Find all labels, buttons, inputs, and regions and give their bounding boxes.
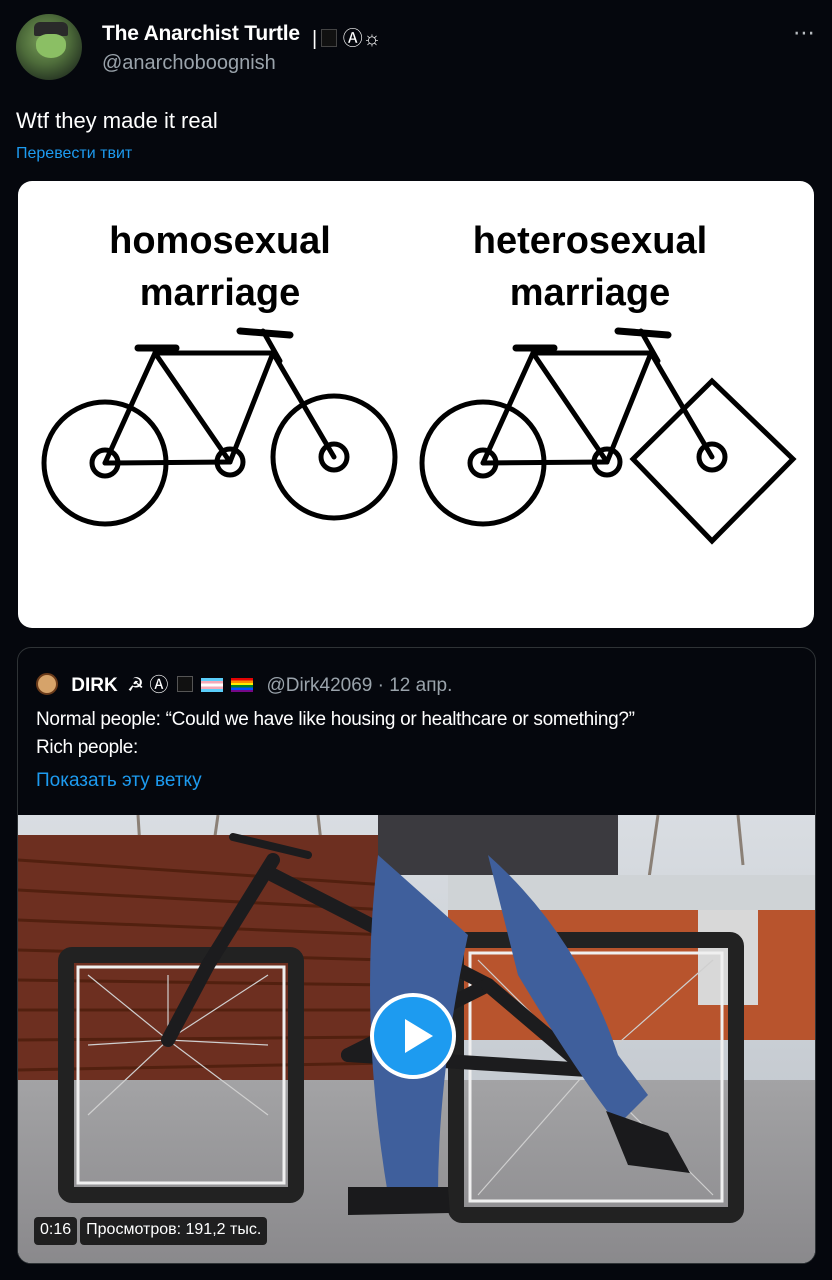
- video-play-button[interactable]: [370, 993, 456, 1079]
- video-player[interactable]: 0:16 Просмотров: 191,2 тыс.: [18, 815, 815, 1263]
- video-views: Просмотров: 191,2 тыс.: [80, 1217, 268, 1245]
- hammer-sickle-anarchy-icon: ☭ Ⓐ: [127, 675, 169, 696]
- video-duration: 0:16: [34, 1217, 78, 1245]
- author-avatar[interactable]: [16, 14, 82, 80]
- anarchy-sun-icon: Ⓐ☼: [342, 28, 382, 50]
- quoted-author-badges: ☭ Ⓐ: [127, 675, 258, 696]
- left-bicycle: [41, 327, 398, 527]
- avatar-face: [36, 34, 66, 58]
- trans-flag-icon: [200, 678, 223, 692]
- video-meta: 0:16 Просмотров: 191,2 тыс.: [34, 1217, 268, 1245]
- quoted-author-name[interactable]: DIRK: [71, 675, 117, 696]
- more-options-icon[interactable]: ⋯: [793, 20, 816, 46]
- quoted-tweet-header: DIRK ☭ Ⓐ @Dirk42069 · 12 апр.: [36, 670, 452, 700]
- tweet-text: Wtf they made it real: [16, 108, 218, 133]
- quoted-text-line2: Rich people:: [36, 737, 139, 758]
- black-flag-icon: [176, 676, 193, 692]
- play-icon: [405, 1019, 433, 1053]
- quoted-author-avatar[interactable]: [36, 673, 58, 695]
- quoted-tweet-text: Normal people: “Could we have like housi…: [36, 706, 635, 762]
- show-thread-link[interactable]: Показать эту ветку: [36, 770, 202, 792]
- translate-tweet-link[interactable]: Перевести твит: [16, 145, 132, 163]
- quoted-tweet[interactable]: DIRK ☭ Ⓐ @Dirk42069 · 12 апр. Normal peo…: [17, 647, 816, 1264]
- rainbow-flag-icon: [231, 678, 254, 692]
- author-name-emoji: | Ⓐ☼: [312, 28, 382, 50]
- tweet-header: The Anarchist Turtle | Ⓐ☼ @anarchoboogni…: [16, 14, 816, 84]
- bicycle-drawings: [41, 327, 797, 545]
- quoted-author-handle-date[interactable]: @Dirk42069 · 12 апр.: [266, 675, 452, 696]
- meme-image[interactable]: homosexual marriage heterosexual marriag…: [18, 181, 814, 628]
- black-flag-icon: [321, 29, 338, 47]
- right-bicycle: [419, 327, 797, 545]
- author-display-name[interactable]: The Anarchist Turtle: [102, 22, 300, 46]
- author-handle[interactable]: @anarchoboognish: [102, 52, 276, 75]
- quoted-text-line1: Normal people: “Could we have like housi…: [36, 709, 635, 730]
